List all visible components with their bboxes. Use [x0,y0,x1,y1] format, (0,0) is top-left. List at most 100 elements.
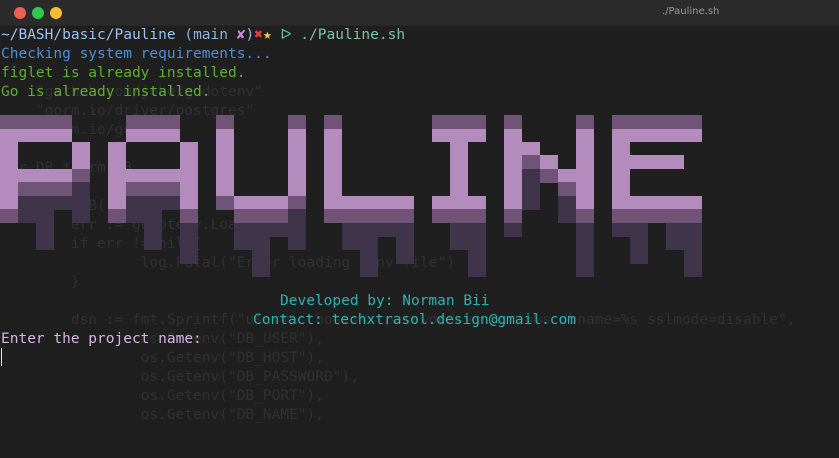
banner-drip-block [684,209,702,223]
banner-block [378,196,396,210]
banner-block [450,128,468,142]
contact-info: Contact: techxtrasol.design@gmail.com [253,312,577,328]
banner-block [216,128,234,142]
banner-block [144,169,162,183]
banner-block [450,169,468,183]
maximize-button[interactable] [50,7,62,19]
banner-drip-block [180,223,198,237]
banner-drip-block [468,236,486,250]
banner-drip-block [522,155,540,169]
banner-block [252,196,270,210]
banner-block [522,142,540,156]
banner-block [450,182,468,196]
banner-drip-block [558,209,576,223]
banner-drip-block [288,209,306,223]
banner-block [180,196,198,210]
banner-drip-block [576,236,594,250]
output-go-installed: Go is already installed. [1,84,211,100]
banner-block [612,155,630,169]
banner-drip-block [252,263,270,277]
minimize-button[interactable] [32,7,44,19]
prompt-line: ~/BASH/basic/Pauline (main ✘)✖★ ᐅ ./Paul… [1,26,405,45]
banner-block [18,169,36,183]
banner-drip-block [54,182,72,196]
banner-block [504,128,522,142]
git-branch: (main [184,27,237,43]
banner-block [324,169,342,183]
banner-shade-block [0,115,18,129]
banner-drip-block [108,209,126,223]
banner-drip-block [18,196,36,210]
banner-block [108,196,126,210]
banner-drip-block [378,223,396,237]
text-cursor[interactable] [1,348,2,366]
banner-shade-block [126,115,144,129]
banner-drip-block [360,263,378,277]
banner-block [504,182,522,196]
prompt-arrow-icon: ᐅ [280,27,292,43]
star-icon: ★ [262,27,272,43]
banner-block [108,142,126,156]
banner-drip-block [666,236,684,250]
banner-drip-block [144,236,162,250]
banner-block [180,142,198,156]
banner-drip-block [126,182,144,196]
banner-shade-block [162,115,180,129]
banner-drip-block [324,209,342,223]
banner-drip-block [396,209,414,223]
banner-drip-block [36,209,54,223]
banner-drip-block [648,209,666,223]
banner-block [324,196,342,210]
error-icon: ✖ [254,27,263,43]
banner-shade-block [432,115,450,129]
banner-block [576,196,594,210]
banner-drip-block [288,223,306,237]
banner-block [0,142,18,156]
banner-drip-block [432,209,450,223]
banner-drip-block [468,263,486,277]
banner-block [666,128,684,142]
banner-block [324,182,342,196]
banner-drip-block [576,209,594,223]
banner-drip-block [576,223,594,237]
banner-block [162,169,180,183]
banner-block [180,182,198,196]
banner-drip-block [18,209,36,223]
banner-drip-block [180,236,198,250]
prompt-path: ~/BASH/basic/Pauline [1,27,176,43]
banner-block [558,169,576,183]
banner-drip-block [396,223,414,237]
banner-shade-block [648,115,666,129]
banner-block [450,196,468,210]
banner-block [180,169,198,183]
banner-drip-block [684,263,702,277]
window-title: ./Pauline.sh [662,6,720,17]
banner-shade-block [468,115,486,129]
banner-drip-block [522,182,540,196]
close-button[interactable] [14,7,26,19]
banner-drip-block [180,209,198,223]
banner-block [504,196,522,210]
banner-block [360,196,378,210]
banner-drip-block [666,209,684,223]
banner-drip-block [450,209,468,223]
banner-drip-block [180,250,198,264]
banner-block [72,142,90,156]
banner-block [468,196,486,210]
banner-drip-block [378,209,396,223]
banner-block [648,128,666,142]
output-figlet-installed: figlet is already installed. [1,65,246,81]
banner-block [612,128,630,142]
banner-shade-block [576,115,594,129]
background-code-line: os.Getenv("DB_HOST"), [1,350,325,366]
banner-block [540,155,558,169]
banner-drip-block [216,196,234,210]
banner-shade-block [36,115,54,129]
banner-block [324,128,342,142]
project-name-prompt: Enter the project name: [1,331,202,347]
banner-block [216,155,234,169]
title-bar: ./Pauline.sh [0,0,839,26]
terminal-content[interactable]: "github.com/joho/godotenv" "gorm.io/driv… [0,26,839,458]
banner-drip-block [360,250,378,264]
banner-drip-block [252,209,270,223]
